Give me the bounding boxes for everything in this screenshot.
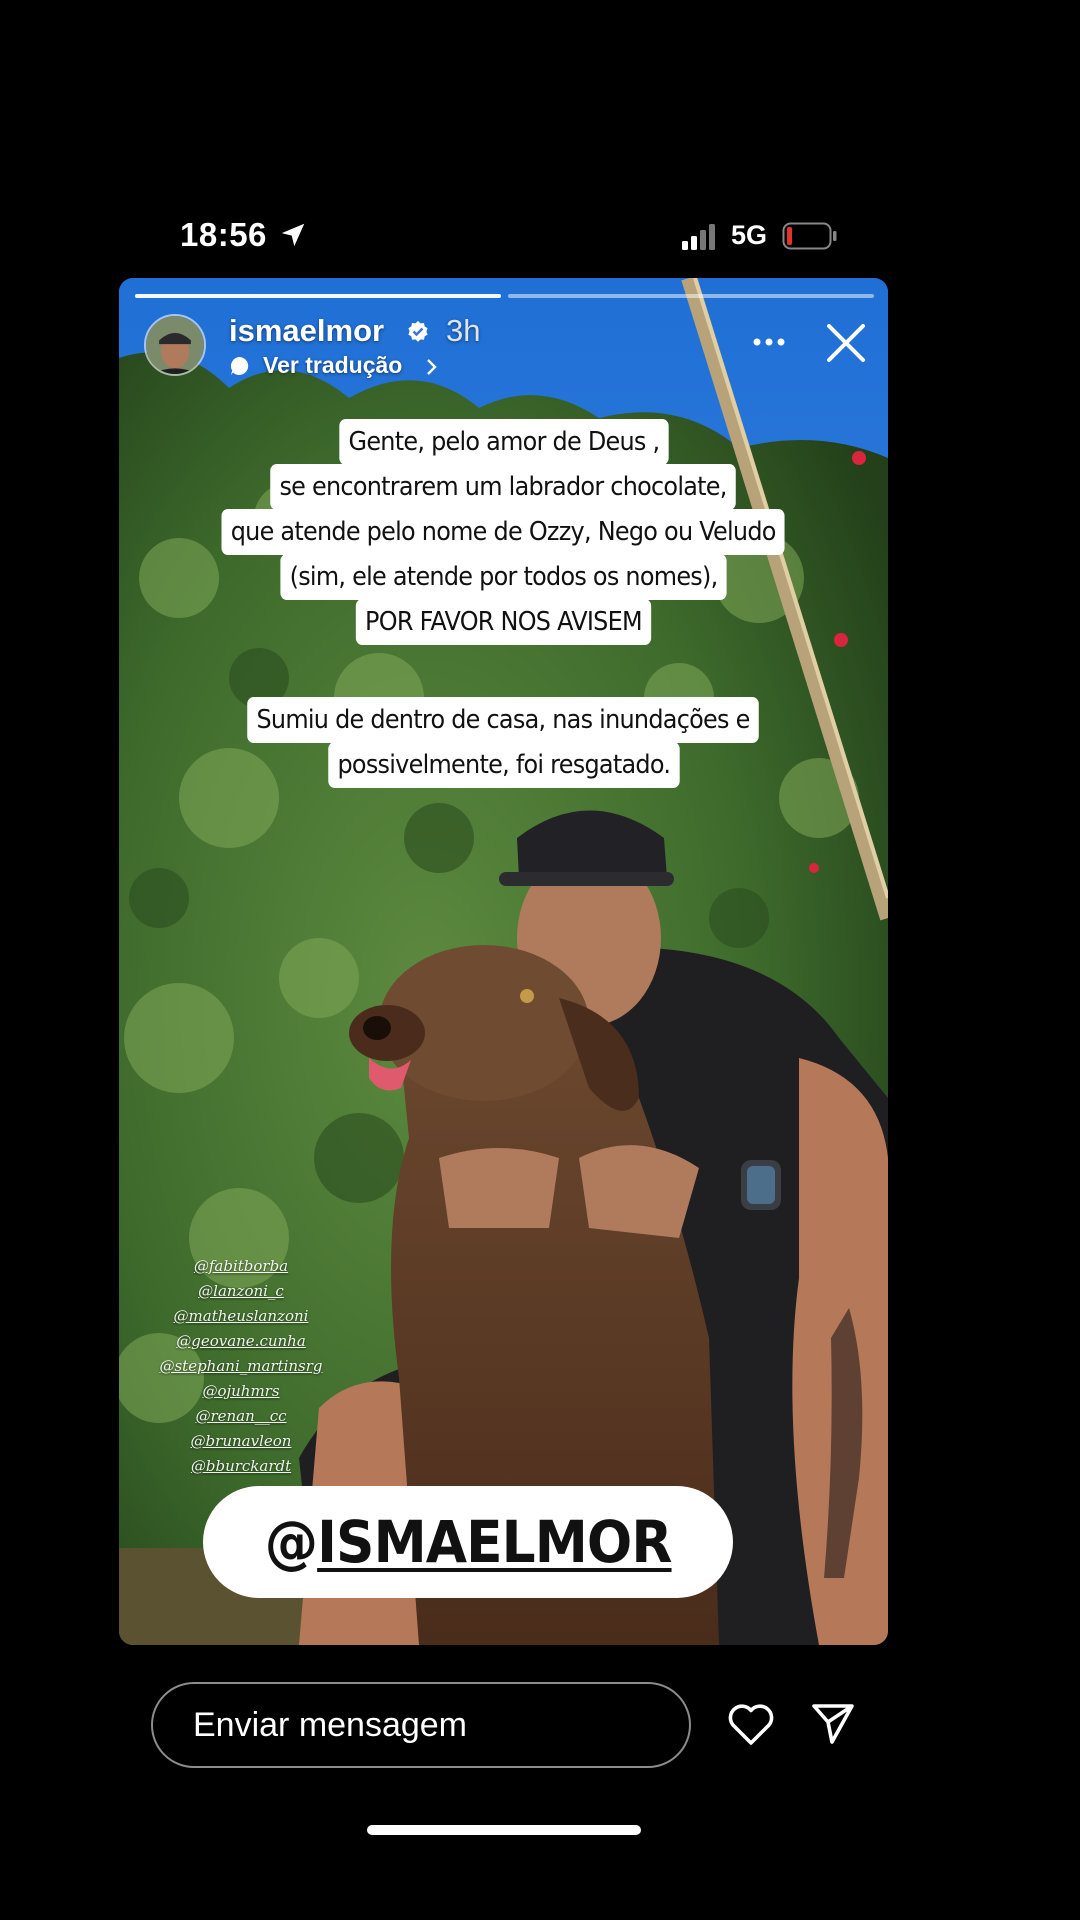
mention-tag[interactable]: @stephani_martinsrg bbox=[151, 1354, 331, 1379]
close-icon[interactable] bbox=[825, 322, 867, 364]
location-arrow-icon bbox=[281, 223, 305, 247]
mention-sticker-label: @ISMAELMOR bbox=[264, 1508, 673, 1576]
message-input[interactable] bbox=[151, 1682, 691, 1768]
mention-sticker[interactable]: @ISMAELMOR bbox=[203, 1486, 733, 1598]
mention-tag[interactable]: @lanzoni_c bbox=[151, 1279, 331, 1304]
story-time-ago: 3h bbox=[446, 313, 481, 348]
story-viewer[interactable]: ismaelmor 3h Ver tradução Gente, pelo am… bbox=[119, 278, 888, 1645]
mention-list: @fabitborba @lanzoni_c @matheuslanzoni @… bbox=[151, 1254, 331, 1479]
translate-bubble-icon bbox=[230, 357, 249, 375]
network-label: 5G bbox=[731, 220, 768, 250]
mention-tag[interactable]: @fabitborba bbox=[151, 1254, 331, 1279]
avatar[interactable] bbox=[144, 314, 206, 376]
caption-line: POR FAVOR NOS AVISEM bbox=[355, 599, 652, 645]
story-username[interactable]: ismaelmor bbox=[229, 313, 384, 349]
mention-tag[interactable]: @renan__cc bbox=[151, 1404, 331, 1429]
caption-line: Gente, pelo amor de Deus , bbox=[338, 419, 669, 465]
status-bar: 18:56 5G bbox=[0, 212, 1080, 262]
caption-block-2: Sumiu de dentro de casa, nas inundações … bbox=[119, 697, 888, 788]
send-icon[interactable] bbox=[810, 1700, 856, 1746]
caption-line: (sim, ele atende por todos os nomes), bbox=[280, 554, 727, 600]
chevron-right-icon bbox=[427, 359, 437, 375]
avatar-image bbox=[146, 316, 204, 374]
caption-line: que atende pelo nome de Ozzy, Nego ou Ve… bbox=[221, 509, 786, 555]
mention-sticker-at: @ bbox=[264, 1508, 318, 1576]
story-progress-current bbox=[135, 294, 501, 298]
battery-icon bbox=[782, 222, 837, 250]
mention-sticker-handle: ISMAELMOR bbox=[317, 1508, 672, 1576]
caption-line: Sumiu de dentro de casa, nas inundações … bbox=[247, 697, 760, 743]
mention-tag[interactable]: @bburckardt bbox=[151, 1454, 331, 1479]
caption-line: se encontrarem um labrador chocolate, bbox=[270, 464, 737, 510]
signal-icon bbox=[682, 224, 715, 250]
verified-badge-icon bbox=[408, 321, 428, 342]
translate-label: Ver tradução bbox=[263, 352, 403, 378]
caption-block-1: Gente, pelo amor de Deus , se encontrare… bbox=[119, 419, 888, 645]
caption-line: possivelmente, foi resgatado. bbox=[327, 742, 680, 788]
mention-tag[interactable]: @matheuslanzoni bbox=[151, 1304, 331, 1329]
status-time: 18:56 bbox=[180, 216, 267, 253]
story-progress-next bbox=[508, 294, 874, 298]
more-icon[interactable] bbox=[751, 336, 787, 348]
story-header: ismaelmor 3h Ver tradução bbox=[119, 308, 888, 388]
mention-tag[interactable]: @geovane.cunha bbox=[151, 1329, 331, 1354]
home-indicator bbox=[367, 1825, 641, 1835]
mention-tag[interactable]: @ojuhmrs bbox=[151, 1379, 331, 1404]
heart-icon[interactable] bbox=[726, 1700, 776, 1748]
mention-tag[interactable]: @brunavleon bbox=[151, 1429, 331, 1454]
